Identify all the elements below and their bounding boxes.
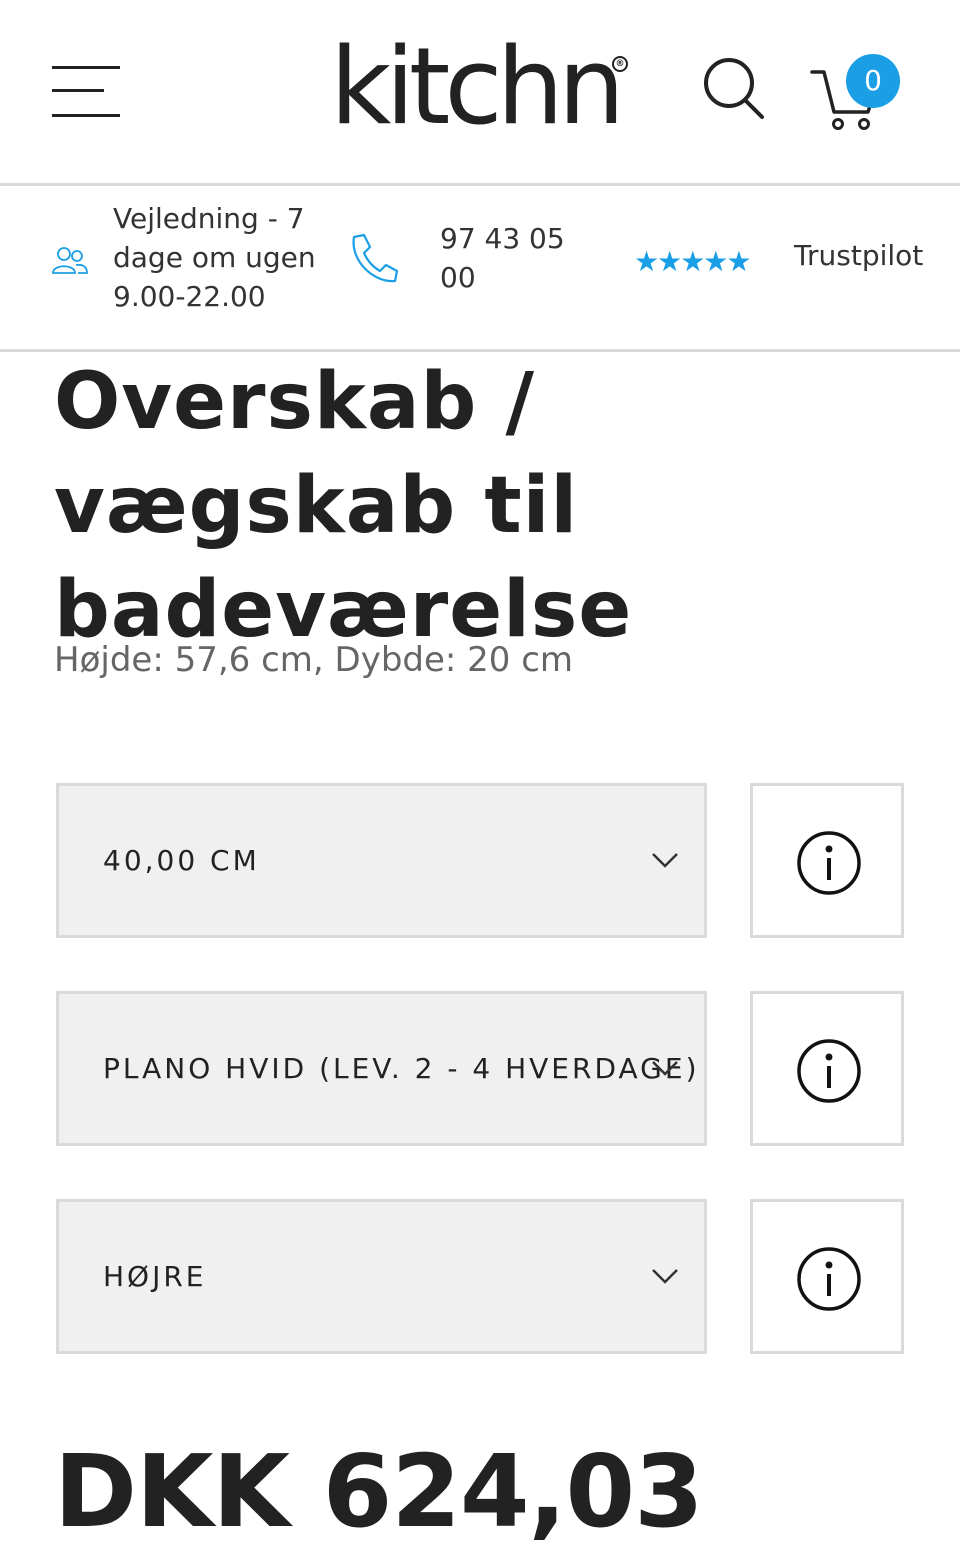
hamburger-menu-icon[interactable] <box>52 66 122 120</box>
support-hours-text: Vejledning - 7 dage om ugen 9.00-22.00 <box>113 202 316 313</box>
star-rating: ★★★★★ <box>634 245 752 278</box>
registered-mark: ® <box>612 56 628 72</box>
color-select-value: PLANO HVID (LEV. 2 - 4 HVERDAGE) <box>103 1052 700 1085</box>
phone-number-link[interactable]: 97 43 05 00 <box>440 219 600 297</box>
info-icon <box>797 1039 861 1103</box>
kitchn-logo[interactable]: kitchn ® <box>330 22 630 152</box>
hinge-select-value: HØJRE <box>103 1260 207 1293</box>
search-icon[interactable] <box>700 54 768 122</box>
cart-count-badge: 0 <box>846 54 900 108</box>
product-price: DKK 624,03 <box>54 1433 704 1549</box>
trustpilot-link[interactable]: Trustpilot <box>794 239 923 272</box>
option-row-color: PLANO HVID (LEV. 2 - 4 HVERDAGE) <box>56 991 904 1146</box>
info-icon <box>797 1247 861 1311</box>
info-icon <box>797 831 861 895</box>
hinge-info-button[interactable] <box>750 1199 904 1354</box>
logo-text: kitchn <box>330 25 625 148</box>
product-title: Overskab / vægskab til badeværelse <box>54 357 633 655</box>
width-select-value: 40,00 CM <box>103 844 260 877</box>
option-row-hinge: HØJRE <box>56 1199 904 1354</box>
cart-button[interactable]: 0 <box>808 50 902 136</box>
people-icon <box>52 245 88 275</box>
width-info-button[interactable] <box>750 783 904 938</box>
width-select[interactable]: 40,00 CM <box>56 783 707 938</box>
info-bar: Vejledning - 7 dage om ugen 9.00-22.00 9… <box>0 189 960 352</box>
phone-icon[interactable] <box>344 231 400 287</box>
color-info-button[interactable] <box>750 991 904 1146</box>
option-row-width: 40,00 CM <box>56 783 904 938</box>
hinge-select[interactable]: HØJRE <box>56 1199 707 1354</box>
color-select[interactable]: PLANO HVID (LEV. 2 - 4 HVERDAGE) <box>56 991 707 1146</box>
product-dimensions: Højde: 57,6 cm, Dybde: 20 cm <box>54 640 574 680</box>
chevron-down-icon <box>652 1061 678 1076</box>
site-header: kitchn ® 0 <box>0 0 960 186</box>
chevron-down-icon <box>652 1269 678 1284</box>
chevron-down-icon <box>652 853 678 868</box>
